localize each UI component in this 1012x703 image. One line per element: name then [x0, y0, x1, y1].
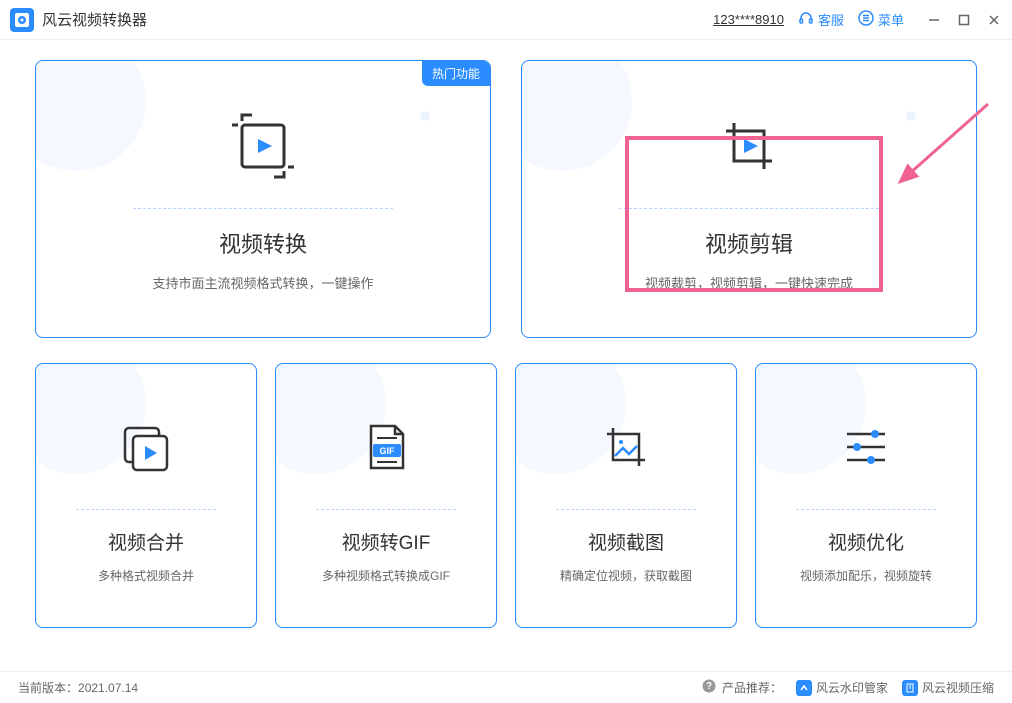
optimize-icon	[837, 407, 895, 487]
card-desc: 视频裁剪，视频剪辑，一键快速完成	[645, 273, 853, 292]
menu-label: 菜单	[878, 10, 904, 29]
card-desc: 视频添加配乐，视频旋转	[800, 567, 932, 584]
watermark-app-icon	[796, 680, 812, 696]
card-title: 视频转换	[219, 227, 307, 259]
card-title: 视频转GIF	[342, 528, 431, 555]
card-desc: 精确定位视频，获取截图	[560, 567, 692, 584]
app-title: 风云视频转换器	[42, 9, 147, 30]
svg-text:?: ?	[706, 681, 712, 692]
phone-number[interactable]: 123****8910	[713, 12, 784, 27]
svg-text:GIF: GIF	[380, 446, 396, 456]
recommend-label-1: 风云水印管家	[816, 679, 888, 696]
card-title: 视频合并	[108, 528, 184, 555]
minimize-button[interactable]	[926, 12, 942, 28]
version-value: 2021.07.14	[78, 681, 138, 695]
card-title: 视频优化	[828, 528, 904, 555]
card-video-to-gif[interactable]: GIF 视频转GIF 多种视频格式转换成GIF	[275, 363, 497, 628]
convert-icon	[228, 106, 298, 186]
merge-icon	[117, 407, 175, 487]
card-title: 视频截图	[588, 528, 664, 555]
card-video-screenshot[interactable]: 视频截图 精确定位视频，获取截图	[515, 363, 737, 628]
recommend-watermark[interactable]: 风云水印管家	[796, 679, 888, 696]
card-video-convert[interactable]: 热门功能 视频转换 支持市面主流视频格式转换，一键操作	[35, 60, 491, 338]
card-desc: 支持市面主流视频格式转换，一键操作	[152, 273, 373, 292]
recommend-label: 产品推荐：	[722, 679, 782, 696]
menu-button[interactable]: 菜单	[858, 10, 904, 29]
compress-app-icon	[902, 680, 918, 696]
version-label: 当前版本：	[18, 679, 78, 696]
app-logo-icon	[10, 8, 34, 32]
maximize-button[interactable]	[956, 12, 972, 28]
menu-list-icon	[858, 10, 874, 29]
screenshot-icon	[597, 407, 655, 487]
card-video-edit[interactable]: 视频剪辑 视频裁剪，视频剪辑，一键快速完成	[521, 60, 977, 338]
support-button[interactable]: 客服	[798, 10, 844, 29]
close-button[interactable]	[986, 12, 1002, 28]
help-icon[interactable]: ?	[702, 679, 716, 696]
card-video-merge[interactable]: 视频合并 多种格式视频合并	[35, 363, 257, 628]
main-content: 热门功能 视频转换 支持市面主流视频格式转换，一键操作 视频剪辑 视频裁剪，视频…	[0, 40, 1012, 638]
footer: 当前版本： 2021.07.14 ? 产品推荐： 风云水印管家 风云视频压缩	[0, 671, 1012, 703]
card-desc: 多种视频格式转换成GIF	[322, 567, 450, 584]
card-video-optimize[interactable]: 视频优化 视频添加配乐，视频旋转	[755, 363, 977, 628]
recommend-label-2: 风云视频压缩	[922, 679, 994, 696]
recommend-compress[interactable]: 风云视频压缩	[902, 679, 994, 696]
gif-icon: GIF	[357, 407, 415, 487]
card-title: 视频剪辑	[705, 227, 793, 259]
support-label: 客服	[818, 10, 844, 29]
hot-badge: 热门功能	[422, 61, 490, 86]
card-desc: 多种格式视频合并	[98, 567, 194, 584]
titlebar: 风云视频转换器 123****8910 客服 菜单	[0, 0, 1012, 40]
edit-icon	[714, 106, 784, 186]
headset-icon	[798, 10, 814, 29]
